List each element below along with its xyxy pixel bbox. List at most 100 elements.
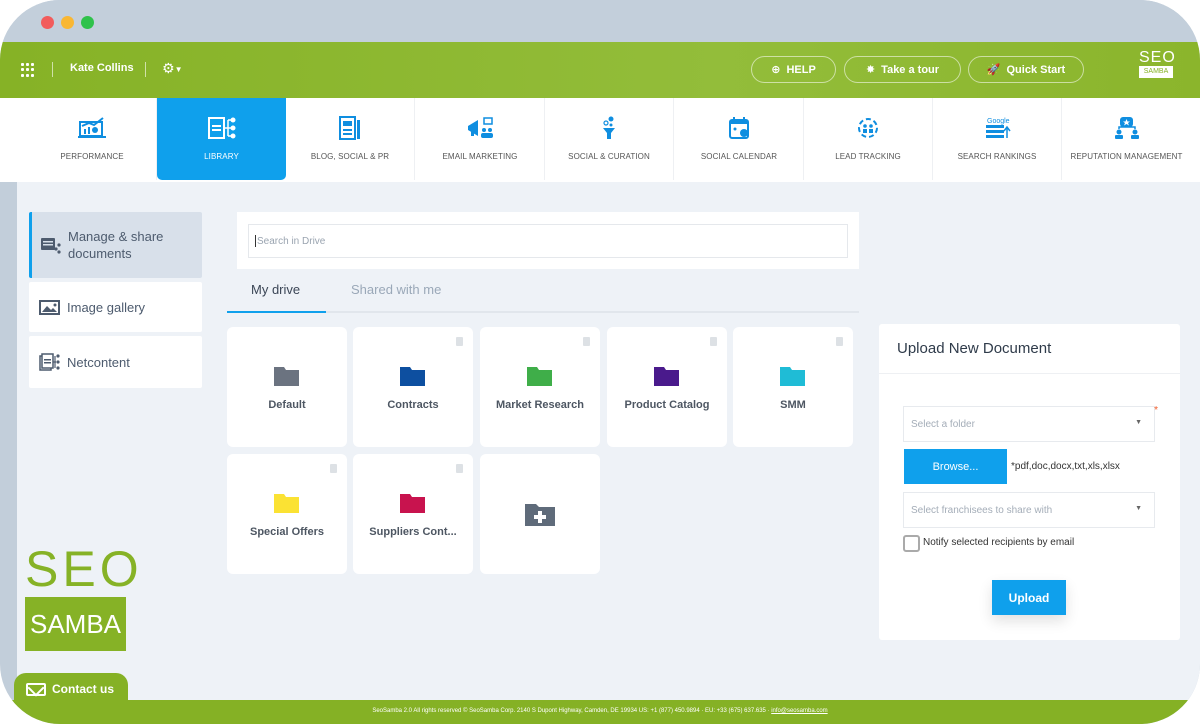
module-reputation-management[interactable]: REPUTATION MANAGEMENT (1062, 98, 1191, 180)
module-label: LIBRARY (204, 152, 239, 161)
trash-icon[interactable] (710, 337, 717, 346)
document-share-icon (41, 238, 61, 254)
take-a-tour-button[interactable]: ✸ Take a tour (844, 56, 961, 83)
folder-card[interactable]: Special Offers (227, 454, 347, 574)
folder-select-placeholder: Select a folder (911, 418, 975, 430)
module-social-calendar[interactable]: SOCIAL CALENDAR (675, 98, 804, 180)
take-a-tour-label: Take a tour (881, 63, 940, 76)
trash-icon[interactable] (456, 337, 463, 346)
contact-us-button[interactable]: Contact us (14, 673, 128, 705)
gear-icon: ⚙ (162, 60, 175, 76)
notify-checkbox-label[interactable]: Notify selected recipients by email (923, 537, 1074, 548)
folder-icon (400, 494, 425, 513)
app-window: Kate Collins ⚙▼ ⊕ HELP ✸ Take a tour 🚀 Q… (0, 0, 1200, 724)
help-label: HELP (786, 63, 816, 76)
divider (145, 62, 146, 77)
module-email-marketing[interactable]: EMAIL MARKETING (416, 98, 545, 180)
text-cursor (255, 235, 256, 247)
sidebar-item-image-gallery[interactable]: Image gallery (29, 282, 202, 332)
trash-icon[interactable] (456, 464, 463, 473)
folder-card[interactable]: SMM (733, 327, 853, 447)
folder-icon (527, 367, 552, 386)
franchisees-select[interactable]: Select franchisees to share with ▼ (903, 492, 1155, 528)
module-nav: PERFORMANCE LIBRARY BLOG, SOCIAL & PR EM… (0, 98, 1200, 182)
funnel-icon (603, 116, 615, 139)
trash-icon[interactable] (583, 337, 590, 346)
folder-name: SMM (780, 399, 806, 411)
google-rank-icon: Google (986, 118, 1011, 138)
quick-start-button[interactable]: 🚀 Quick Start (968, 56, 1084, 83)
maximize-window-button[interactable] (81, 16, 94, 29)
calendar-icon (729, 117, 749, 139)
svg-text:Google: Google (987, 118, 1010, 125)
folder-name: Contracts (387, 399, 439, 411)
add-folder-button[interactable] (480, 454, 600, 574)
module-performance[interactable]: PERFORMANCE (28, 98, 157, 180)
module-label: BLOG, SOCIAL & PR (310, 152, 390, 161)
footer-email-link[interactable]: info@seosamba.com (771, 708, 827, 714)
sidebar-item-manage-share-documents[interactable]: Manage & share documents (29, 212, 202, 278)
minimize-window-button[interactable] (61, 16, 74, 29)
close-window-button[interactable] (41, 16, 54, 29)
module-label: SOCIAL CALENDAR (700, 152, 778, 161)
module-blog-social-pr[interactable]: BLOG, SOCIAL & PR (286, 98, 415, 180)
browse-button[interactable]: Browse... (904, 449, 1007, 484)
folder-name: Default (268, 399, 306, 411)
envelope-icon (26, 682, 46, 696)
logo-text-samba: SAMBA (25, 597, 126, 651)
trash-icon[interactable] (330, 464, 337, 473)
folder-card[interactable]: Product Catalog (607, 327, 727, 447)
sidebar-item-netcontent[interactable]: Netcontent (29, 336, 202, 388)
trash-icon[interactable] (836, 337, 843, 346)
logo-text-seo: SEO (25, 541, 143, 597)
footer-text: SeoSamba 2.0 All rights reserved © SeoSa… (372, 708, 772, 714)
folder-card[interactable]: Default (227, 327, 347, 447)
settings-menu[interactable]: ⚙▼ (162, 60, 182, 77)
folder-card[interactable]: Suppliers Cont... (353, 454, 473, 574)
module-search-rankings[interactable]: Google SEARCH RANKINGS (933, 98, 1062, 180)
folder-name: Market Research (495, 399, 585, 411)
drive-tabs: My drive Shared with me (227, 276, 859, 313)
folder-name: Product Catalog (624, 399, 710, 411)
chart-icon (78, 117, 106, 138)
folder-icon (274, 494, 299, 513)
folder-name: Suppliers Cont... (369, 526, 457, 538)
tab-my-drive[interactable]: My drive (251, 282, 300, 297)
sidebar-item-label: Manage & share documents (68, 229, 164, 261)
franchisees-select-placeholder: Select franchisees to share with (911, 504, 1053, 516)
blog-icon (339, 116, 360, 140)
folder-select[interactable]: Select a folder ▼ * (903, 405, 1158, 442)
search-placeholder: Search in Drive (257, 235, 326, 247)
divider (52, 62, 53, 77)
brand-logo[interactable]: SEO SAMBA (1139, 49, 1176, 78)
module-social-curation[interactable]: SOCIAL & CURATION (545, 98, 674, 180)
folder-icon (400, 367, 425, 386)
folder-card[interactable]: Contracts (353, 327, 473, 447)
rocket-icon: 🚀 (986, 64, 1001, 76)
sidebar-item-label: Image gallery (67, 299, 146, 315)
user-name[interactable]: Kate Collins (70, 62, 134, 74)
notify-checkbox[interactable] (903, 535, 920, 552)
target-icon (858, 118, 878, 138)
search-input[interactable]: Search in Drive (248, 224, 848, 258)
folder-icon (780, 367, 805, 386)
upload-button[interactable]: Upload (992, 580, 1066, 615)
grid-icon[interactable] (21, 63, 35, 77)
tab-shared-with-me[interactable]: Shared with me (351, 282, 441, 297)
megaphone-icon (468, 117, 493, 138)
help-button[interactable]: ⊕ HELP (751, 56, 836, 83)
logo-text-seo: SEO (1139, 49, 1176, 66)
folder-icon (654, 367, 679, 386)
module-label: EMAIL MARKETING (442, 152, 518, 161)
reputation-icon (1114, 117, 1139, 139)
caret-down-icon: ▼ (1135, 505, 1142, 512)
footer: SeoSamba 2.0 All rights reserved © SeoSa… (0, 700, 1200, 724)
folder-name: Special Offers (250, 526, 324, 538)
folder-card[interactable]: Market Research (480, 327, 600, 447)
module-lead-tracking[interactable]: LEAD TRACKING (804, 98, 933, 180)
folder-icon (274, 367, 299, 386)
logo-text-samba: SAMBA (1139, 66, 1173, 78)
quick-start-label: Quick Start (1006, 63, 1066, 76)
module-label: SEARCH RANKINGS (957, 152, 1037, 161)
module-library[interactable]: LIBRARY (157, 98, 286, 180)
